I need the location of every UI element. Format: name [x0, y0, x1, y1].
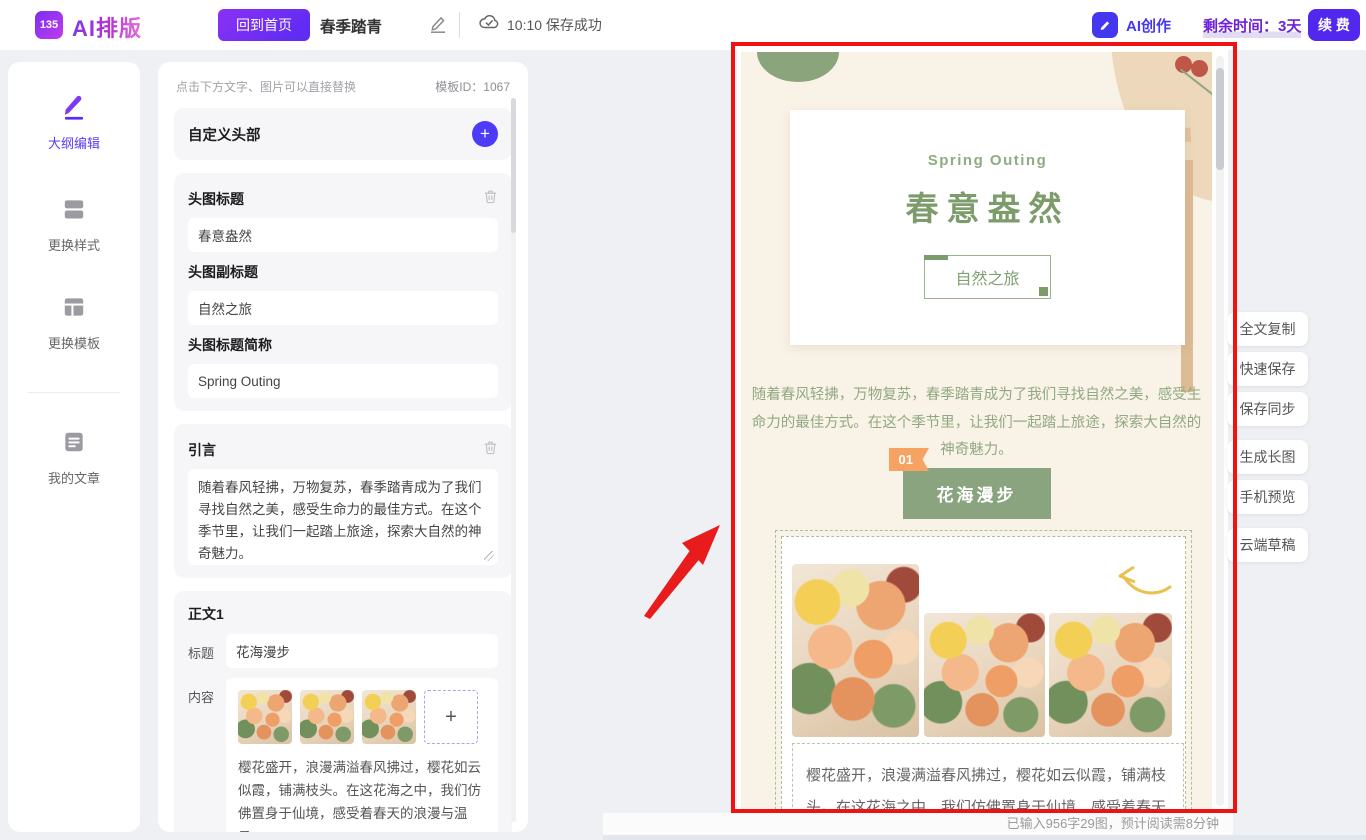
- intro-textarea[interactable]: 随着春风轻拂，万物复苏，春季踏青成为了我们寻找自然之美，感受生命力的最佳方式。在…: [188, 469, 498, 565]
- head-title-label: 头图标题: [188, 189, 244, 209]
- body1-content-label: 内容: [188, 687, 216, 706]
- delete-head-title-icon[interactable]: [483, 188, 498, 209]
- article-preview-panel: Spring Outing 春意盎然 自然之旅 随着春风轻拂，万物复苏，春季踏青…: [737, 50, 1228, 813]
- top-bar: 135 AI排版 回到首页 春季踏青 10:10 保存成功 AI创作 剩余时间：…: [0, 0, 1366, 50]
- ai-create-label: AI创作: [1126, 15, 1171, 36]
- generate-long-image-button[interactable]: 生成长图: [1227, 440, 1308, 474]
- header-divider: [459, 12, 460, 38]
- sidebar-item-label: 更换模板: [48, 333, 100, 352]
- style-icon: [61, 196, 87, 227]
- cloud-saved-icon: [478, 14, 500, 36]
- head-title-input[interactable]: [188, 218, 498, 252]
- copy-all-button[interactable]: 全文复制: [1227, 312, 1308, 346]
- body1-content-card: + 樱花盛开，浪漫满溢春风拂过，樱花如云似霞，铺满枝头。在这花海之中，我们仿佛置…: [226, 678, 498, 832]
- section-title-text[interactable]: 花海漫步: [903, 468, 1051, 519]
- add-header-button[interactable]: +: [472, 121, 498, 147]
- nav-divider: [28, 392, 120, 393]
- hero-badge-text[interactable]: Spring Outing: [790, 152, 1185, 169]
- section-header: 01 花海漫步: [741, 448, 1212, 519]
- hero-title-text[interactable]: 春意盎然: [790, 182, 1185, 230]
- ai-create-button[interactable]: AI创作: [1092, 12, 1171, 38]
- sidebar-item-label: 我的文章: [48, 468, 100, 487]
- content-image-thumb[interactable]: [362, 690, 416, 744]
- content-image-thumb[interactable]: [300, 690, 354, 744]
- template-id: 模板ID：1067: [435, 78, 510, 95]
- hero-card: Spring Outing 春意盎然 自然之旅: [790, 110, 1185, 345]
- pencil-icon: [61, 94, 87, 125]
- intro-label: 引言: [188, 440, 216, 460]
- add-image-button[interactable]: +: [424, 690, 478, 744]
- article-icon: [61, 429, 87, 460]
- editor-scrollbar[interactable]: [511, 98, 516, 822]
- preview-scrollbar-thumb[interactable]: [1216, 68, 1224, 170]
- quick-save-button[interactable]: 快速保存: [1227, 352, 1308, 386]
- bottom-strip: [603, 835, 1366, 840]
- logo-135-icon: 135: [35, 11, 63, 39]
- template-icon: [61, 294, 87, 325]
- custom-header-label: 自定义头部: [188, 124, 261, 145]
- body1-title-input[interactable]: [226, 634, 498, 668]
- gallery-image[interactable]: [792, 564, 919, 737]
- word-count-status: 已输入956字29图，预计阅读需8分钟: [603, 813, 1233, 835]
- body1-label: 正文1: [188, 604, 498, 624]
- editor-scrollbar-thumb[interactable]: [511, 98, 516, 233]
- section-number-tag: 01: [889, 448, 929, 471]
- gallery-image[interactable]: [924, 613, 1045, 737]
- sidebar-item-outline-edit[interactable]: 大纲编辑: [48, 94, 100, 152]
- document-title: 春季踏青: [320, 15, 382, 37]
- back-home-button[interactable]: 回到首页: [218, 9, 310, 41]
- sidebar-item-my-articles[interactable]: 我的文章: [48, 429, 100, 487]
- head-short-input[interactable]: [188, 364, 498, 398]
- time-remaining-text: 剩余时间：3天: [1203, 15, 1301, 38]
- save-status-text: 10:10 保存成功: [507, 15, 602, 35]
- article-canvas: Spring Outing 春意盎然 自然之旅 随着春风轻拂，万物复苏，春季踏青…: [741, 52, 1212, 813]
- body1-section: 正文1 标题 内容 + 樱花盛开，浪漫满溢春风拂过，樱花如云似霞，铺满枝头。在这…: [174, 591, 512, 832]
- left-nav: 大纲编辑 更换样式 更换模板 我的文章: [8, 62, 140, 832]
- delete-intro-icon[interactable]: [483, 439, 498, 460]
- resize-handle[interactable]: [484, 551, 494, 561]
- head-short-label: 头图标题简称: [188, 335, 498, 355]
- sidebar-item-label: 更换样式: [48, 235, 100, 254]
- body1-text[interactable]: 樱花盛开，浪漫满溢春风拂过，樱花如云似霞，铺满枝头。在这花海之中，我们仿佛置身于…: [238, 756, 486, 832]
- hero-subtitle-button[interactable]: 自然之旅: [924, 255, 1050, 299]
- sidebar-item-change-style[interactable]: 更换样式: [48, 196, 100, 254]
- content-image-thumb[interactable]: [238, 690, 292, 744]
- decor-berry: [1191, 60, 1208, 77]
- decor-arrow-doodle: [1114, 561, 1176, 608]
- app-title: AI排版: [72, 11, 142, 43]
- sidebar-item-change-template[interactable]: 更换模板: [48, 294, 100, 352]
- sidebar-item-label: 大纲编辑: [48, 133, 100, 152]
- head-fields-section: 头图标题 头图副标题 头图标题简称: [174, 173, 512, 411]
- custom-header-section: 自定义头部 +: [174, 108, 512, 160]
- annotation-red-arrow: [630, 512, 730, 622]
- body1-title-label: 标题: [188, 643, 216, 662]
- cloud-draft-button[interactable]: 云端草稿: [1227, 528, 1308, 562]
- preview-scrollbar[interactable]: [1216, 56, 1224, 806]
- decor-green-ellipse: [757, 52, 839, 82]
- editor-hint: 点击下方文字、图片可以直接替换: [176, 78, 356, 95]
- ai-pencil-icon: [1092, 12, 1118, 38]
- head-subtitle-input[interactable]: [188, 291, 498, 325]
- image-gallery-frame: 樱花盛开，浪漫满溢春风拂过，樱花如云似霞，铺满枝头。在这花海之中，我们仿佛置身于…: [775, 530, 1192, 813]
- gallery-image[interactable]: [1049, 613, 1172, 737]
- preview-body-text[interactable]: 樱花盛开，浪漫满溢春风拂过，樱花如云似霞，铺满枝头。在这花海之中，我们仿佛置身于…: [792, 743, 1184, 813]
- head-subtitle-label: 头图副标题: [188, 262, 498, 282]
- outline-editor-panel: 点击下方文字、图片可以直接替换 模板ID：1067 自定义头部 + 头图标题 头…: [158, 62, 528, 832]
- renew-button[interactable]: 续 费: [1308, 9, 1360, 41]
- edit-title-icon[interactable]: [428, 14, 448, 39]
- intro-section: 引言 随着春风轻拂，万物复苏，春季踏青成为了我们寻找自然之美，感受生命力的最佳方…: [174, 424, 512, 578]
- phone-preview-button[interactable]: 手机预览: [1227, 480, 1308, 514]
- save-sync-button[interactable]: 保存同步: [1227, 392, 1308, 426]
